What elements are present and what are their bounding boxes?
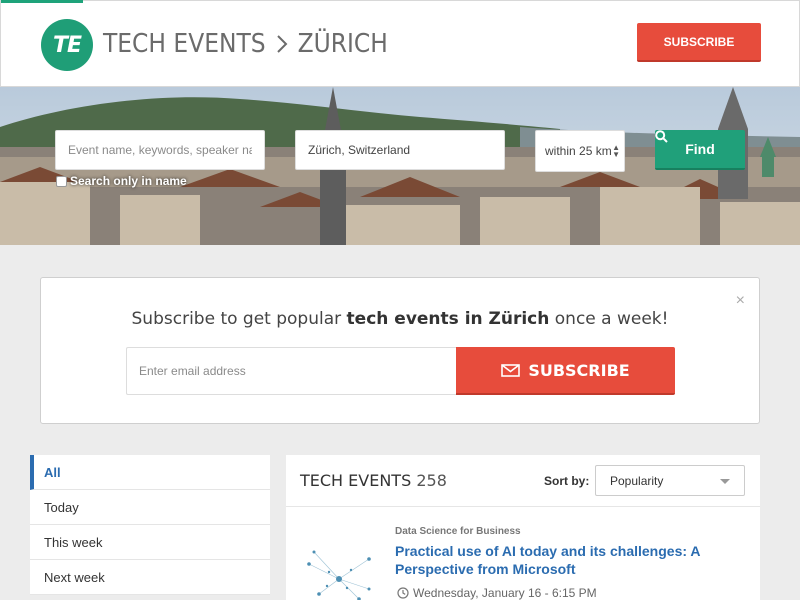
header-subscribe-button[interactable]: SUBSCRIBE bbox=[637, 23, 761, 62]
site-logo[interactable]: TE bbox=[41, 19, 93, 71]
checkbox[interactable] bbox=[56, 175, 67, 187]
sidebar-item-today[interactable]: Today bbox=[30, 490, 270, 525]
event-category[interactable]: Data Science for Business bbox=[395, 526, 521, 537]
date-filter-sidebar: All Today This week Next week bbox=[30, 455, 270, 595]
chevron-down-icon bbox=[720, 479, 730, 484]
select-arrows-icon: ▲ ▼ bbox=[612, 143, 620, 159]
subscribe-panel: × Subscribe to get popular tech events i… bbox=[40, 277, 760, 424]
sidebar-item-next-week[interactable]: Next week bbox=[30, 560, 270, 595]
chevron-right-icon bbox=[275, 33, 289, 55]
search-hero: within 25 km ▲▼ Find Search only in name bbox=[0, 87, 800, 245]
events-count: 258 bbox=[416, 471, 447, 490]
sidebar-item-this-week[interactable]: This week bbox=[30, 525, 270, 560]
keyword-search-input[interactable] bbox=[55, 130, 265, 170]
close-icon[interactable]: × bbox=[736, 292, 745, 310]
location-input[interactable] bbox=[295, 130, 505, 170]
find-button[interactable]: Find bbox=[655, 130, 745, 170]
site-header: TE TECH EVENTS ZÜRICH SUBSCRIBE bbox=[0, 0, 800, 87]
sidebar-item-all[interactable]: All bbox=[30, 455, 270, 490]
sort-label: Sort by: bbox=[544, 474, 590, 488]
subscribe-button[interactable]: SUBSCRIBE bbox=[456, 347, 675, 395]
subscribe-title: Subscribe to get popular tech events in … bbox=[131, 309, 669, 329]
sort-select[interactable]: Popularity bbox=[595, 465, 745, 496]
clock-icon bbox=[397, 587, 409, 599]
event-thumbnail[interactable] bbox=[299, 544, 381, 600]
event-card[interactable]: Data Science for Business Practical use … bbox=[286, 508, 760, 600]
event-title-link[interactable]: Practical use of AI today and its challe… bbox=[395, 542, 725, 578]
breadcrumb-city: ZÜRICH bbox=[297, 29, 388, 59]
email-field[interactable] bbox=[126, 347, 456, 395]
search-only-name-option[interactable]: Search only in name bbox=[56, 174, 187, 188]
events-title: TECH EVENTS 258 bbox=[300, 471, 447, 490]
header-accent-line bbox=[1, 0, 83, 3]
distance-select[interactable]: within 25 km ▲ ▼ bbox=[535, 130, 625, 172]
event-datetime: Wednesday, January 16 - 6:15 PM bbox=[397, 586, 597, 600]
breadcrumb-section[interactable]: TECH EVENTS bbox=[103, 29, 266, 59]
envelope-icon bbox=[501, 363, 521, 377]
search-icon bbox=[655, 130, 668, 143]
events-header: TECH EVENTS 258 Sort by: Popularity bbox=[286, 455, 760, 507]
breadcrumb: TECH EVENTS ZÜRICH bbox=[103, 29, 388, 59]
events-panel: TECH EVENTS 258 Sort by: Popularity Data… bbox=[286, 455, 760, 600]
